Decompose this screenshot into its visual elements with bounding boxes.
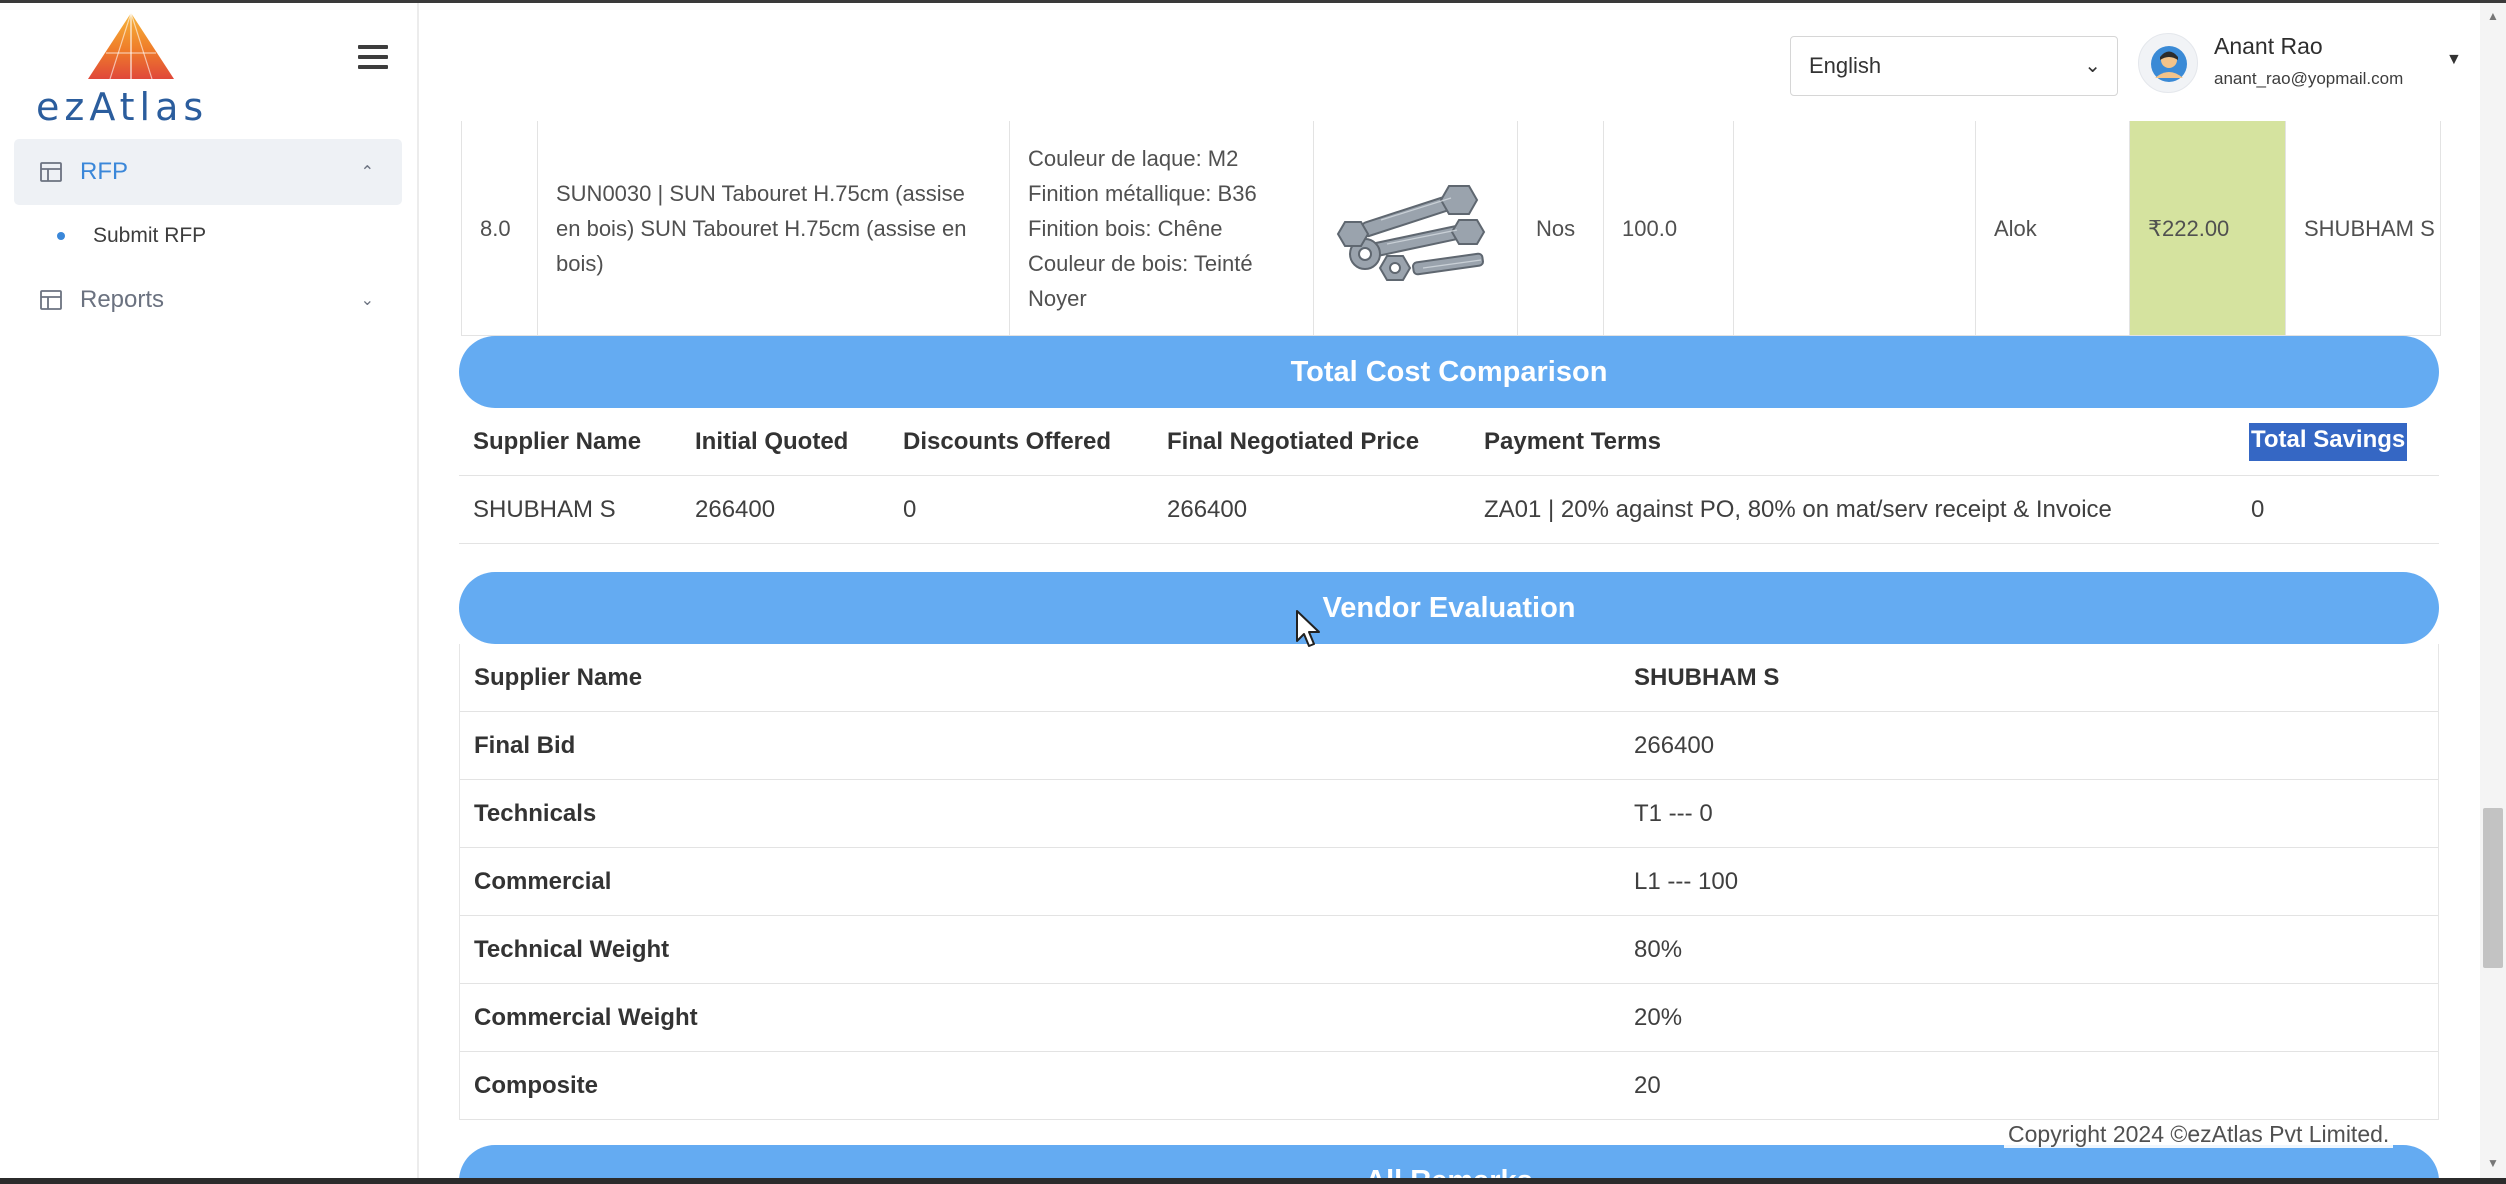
row-value: SHUBHAM S: [1634, 664, 1780, 691]
table-row: SHUBHAM S 266400 0 266400 ZA01 | 20% aga…: [459, 476, 2439, 544]
table-row: Supplier Name SHUBHAM S: [460, 644, 2438, 712]
caret-down-icon: ▼: [2446, 51, 2462, 68]
cell-discounts: 0: [903, 496, 917, 523]
cell-final-price: 266400: [1167, 496, 1248, 523]
sidebar-subitem-submit-rfp[interactable]: Submit RFP: [14, 205, 402, 267]
language-select-value: English: [1809, 53, 1882, 78]
item-supplier: SHUBHAM S: [2285, 121, 2441, 335]
section-header-vendor-evaluation: Vendor Evaluation: [459, 572, 2439, 644]
sidebar-item-rfp[interactable]: RFP ⌃: [14, 139, 402, 205]
scroll-up-arrow-icon[interactable]: ▲: [2487, 9, 2499, 23]
brand-name: ezAtlas: [36, 85, 209, 129]
table-row: Technicals T1 --- 0: [460, 780, 2438, 848]
item-quantity: 100.0: [1603, 121, 1733, 335]
cell-payment-terms: ZA01 | 20% against PO, 80% on mat/serv r…: [1484, 496, 2112, 523]
chevron-up-icon: ⌃: [360, 164, 374, 181]
item-sn: 8.0: [461, 121, 537, 335]
item-spec-line: Finition bois: Chêne: [1028, 215, 1223, 241]
user-avatar-icon: [2151, 46, 2187, 82]
user-name: Anant Rao: [2214, 33, 2323, 59]
sidebar-item-label: RFP: [80, 158, 128, 185]
column-header: Payment Terms: [1484, 428, 1661, 455]
row-label: Technical Weight: [474, 936, 670, 963]
cell-supplier: SHUBHAM S: [473, 496, 616, 523]
column-header: Discounts Offered: [903, 428, 1112, 455]
section-header-total-cost: Total Cost Comparison: [459, 336, 2439, 408]
table-icon: [40, 162, 62, 182]
row-label: Final Bid: [474, 732, 576, 759]
item-specs: Couleur de laque: M2 Finition métallique…: [1009, 121, 1313, 335]
item-buyer: Alok: [1975, 121, 2129, 335]
item-empty-cell: [1733, 121, 1975, 335]
cell-initial-quoted: 266400: [695, 496, 776, 523]
vendor-evaluation-table: Supplier Name SHUBHAM S Final Bid 266400…: [459, 644, 2439, 1120]
row-label: Commercial Weight: [474, 1004, 698, 1031]
bullet-dot-icon: [57, 232, 65, 240]
row-value: L1 --- 100: [1634, 868, 1739, 895]
cell-total-savings: 0: [2251, 496, 2265, 523]
section-header-all-remarks: All Remarks: [459, 1145, 2439, 1178]
row-value: 20: [1634, 1072, 1661, 1099]
hamburger-menu-icon[interactable]: [358, 45, 388, 73]
column-header-selected: Total Savings: [2249, 423, 2408, 461]
column-header: Initial Quoted: [695, 428, 849, 455]
sidebar-item-label: Reports: [80, 286, 165, 313]
chevron-down-icon: ⌄: [2084, 55, 2101, 77]
table-row: Technical Weight 80%: [460, 916, 2438, 984]
brand-logo[interactable]: ezAtlas: [30, 13, 230, 129]
item-spec-line: Finition métallique: B36: [1028, 180, 1257, 206]
table-row: 8.0 SUN0030 | SUN Tabouret H.75cm (assis…: [461, 121, 2441, 336]
user-menu[interactable]: Anant Rao anant_rao@yopmail.com ▼: [2138, 31, 2468, 101]
row-value: 80%: [1634, 936, 1683, 963]
scroll-down-arrow-icon[interactable]: ▼: [2487, 1156, 2499, 1170]
pyramid-logo-icon: [88, 13, 174, 80]
item-image-cell: [1313, 121, 1517, 335]
item-description: SUN0030 | SUN Tabouret H.75cm (assise en…: [537, 121, 1009, 335]
table-row: Commercial Weight 20%: [460, 984, 2438, 1052]
row-label: Commercial: [474, 868, 612, 895]
sidebar-nav: RFP ⌃ Submit RFP Reports ⌄: [14, 139, 402, 333]
language-select[interactable]: English ⌄: [1790, 36, 2118, 96]
table-header-row: Supplier Name Initial Quoted Discounts O…: [459, 408, 2439, 476]
row-label: Technicals: [474, 800, 597, 827]
main-content: 8.0 SUN0030 | SUN Tabouret H.75cm (assis…: [421, 121, 2480, 1178]
vertical-scrollbar[interactable]: ▲ ▼: [2480, 3, 2506, 1178]
sidebar-item-reports[interactable]: Reports ⌄: [14, 267, 402, 333]
bolts-and-nuts-image[interactable]: [1331, 168, 1501, 288]
item-uom: Nos: [1517, 121, 1603, 335]
table-row: Final Bid 266400: [460, 712, 2438, 780]
chevron-down-icon: ⌄: [360, 292, 374, 309]
column-header: Supplier Name: [473, 428, 642, 455]
user-email: anant_rao@yopmail.com: [2214, 69, 2404, 88]
cost-comparison-table: Supplier Name Initial Quoted Discounts O…: [459, 408, 2439, 544]
sidebar: ezAtlas RFP ⌃ Submit RFP Reports ⌄: [0, 3, 419, 1178]
top-header: English ⌄ Anant Rao anant_rao@yopmail.co…: [421, 3, 2480, 121]
table-row: Commercial L1 --- 100: [460, 848, 2438, 916]
row-label: Supplier Name: [474, 664, 643, 691]
row-value: 20%: [1634, 1004, 1683, 1031]
table-row: Composite 20: [460, 1052, 2438, 1120]
row-value: T1 --- 0: [1634, 800, 1713, 827]
scrollbar-thumb[interactable]: [2483, 808, 2503, 968]
mouse-pointer-icon: [1296, 610, 1320, 647]
item-spec-line: Couleur de laque: M2: [1028, 145, 1239, 171]
column-header: Final Negotiated Price: [1167, 428, 1420, 455]
item-spec-line: Couleur de bois: Teinté Noyer: [1028, 250, 1253, 311]
window-bottom-border: [0, 1178, 2506, 1184]
sidebar-subitem-label: Submit RFP: [93, 224, 207, 247]
footer-copyright: Copyright 2024 ©ezAtlas Pvt Limited.: [2004, 1121, 2394, 1148]
row-value: 266400: [1634, 732, 1715, 759]
avatar: [2138, 33, 2198, 93]
table-icon: [40, 290, 62, 310]
item-price: ₹222.00: [2129, 121, 2285, 335]
row-label: Composite: [474, 1072, 599, 1099]
